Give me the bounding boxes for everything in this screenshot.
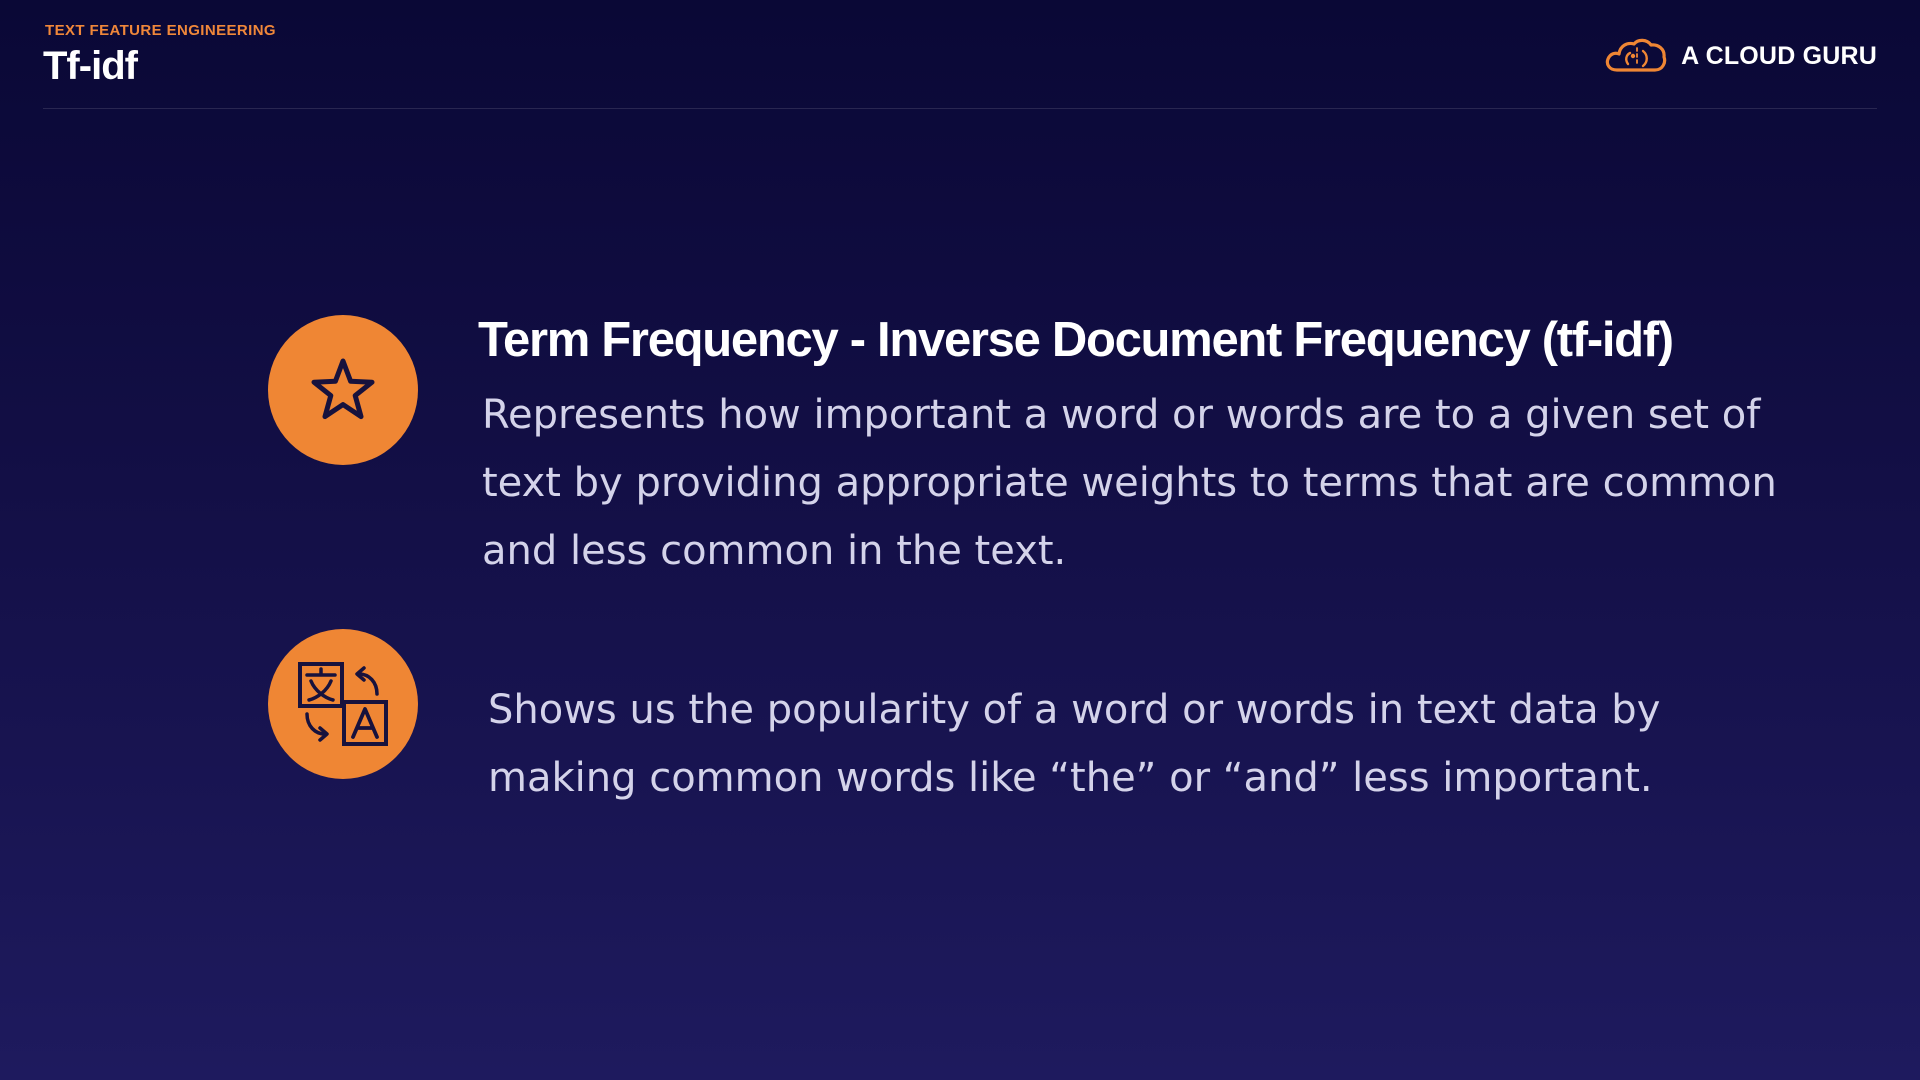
section-label: TEXT FEATURE ENGINEERING — [45, 22, 277, 39]
brand: A CLOUD GURU — [1603, 34, 1877, 78]
item-heading: Term Frequency - Inverse Document Freque… — [478, 313, 1674, 367]
slide-title: Tf-idf — [43, 44, 138, 88]
translate-icon-badge — [268, 629, 418, 779]
translate-icon — [298, 662, 388, 746]
brand-name: A CLOUD GURU — [1681, 41, 1877, 70]
star-icon-badge — [268, 315, 418, 465]
item-description: Shows us the popularity of a word or wor… — [488, 687, 1661, 801]
star-icon — [311, 358, 375, 420]
item-description: Represents how important a word or words… — [482, 392, 1777, 574]
slide-header: TEXT FEATURE ENGINEERING Tf-idf A CLOUD … — [43, 20, 1877, 109]
cloud-logo-icon — [1605, 38, 1667, 72]
